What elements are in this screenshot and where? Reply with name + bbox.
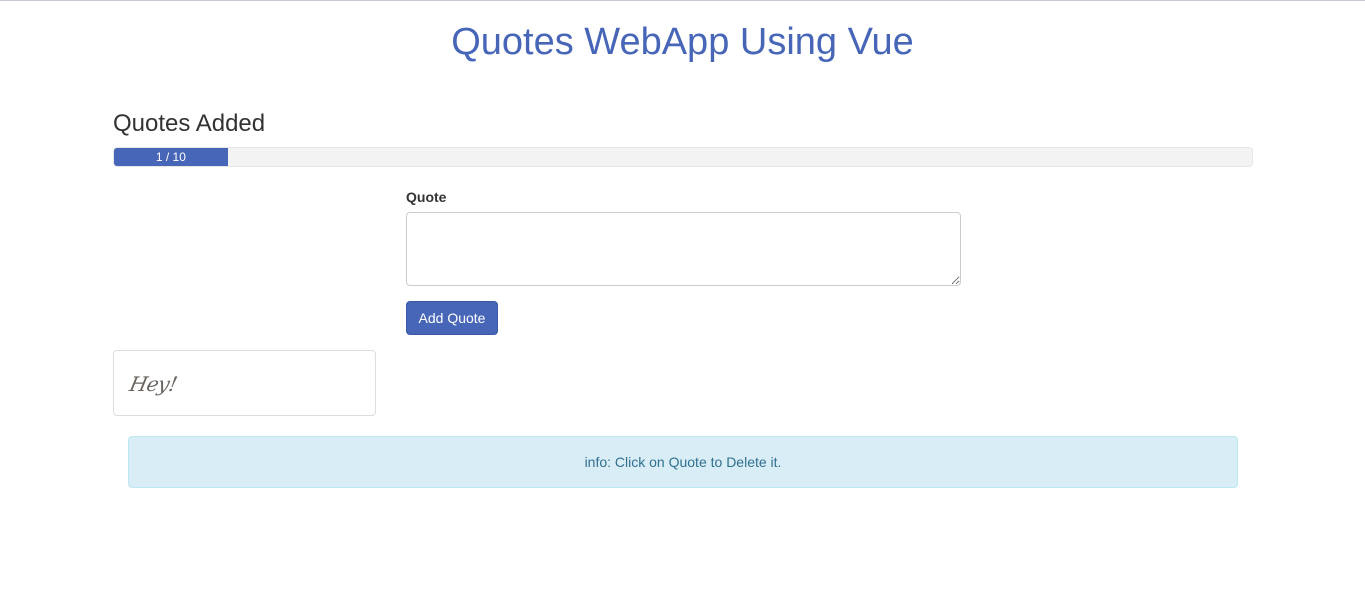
- quotes-progress-bar: 1 / 10: [113, 147, 1253, 167]
- quote-field-label: Quote: [406, 189, 447, 205]
- info-alert: info: Click on Quote to Delete it.: [128, 436, 1238, 488]
- add-quote-button[interactable]: Add Quote: [406, 301, 498, 335]
- quote-card[interactable]: Hey!: [113, 350, 376, 416]
- quotes-added-heading: Quotes Added: [113, 110, 266, 137]
- quote-textarea[interactable]: [406, 212, 961, 286]
- top-divider: [0, 0, 1365, 1]
- page-title: Quotes WebApp Using Vue: [451, 21, 914, 63]
- progress-fill: 1 / 10: [114, 148, 228, 166]
- quote-text: Hey!: [127, 372, 180, 396]
